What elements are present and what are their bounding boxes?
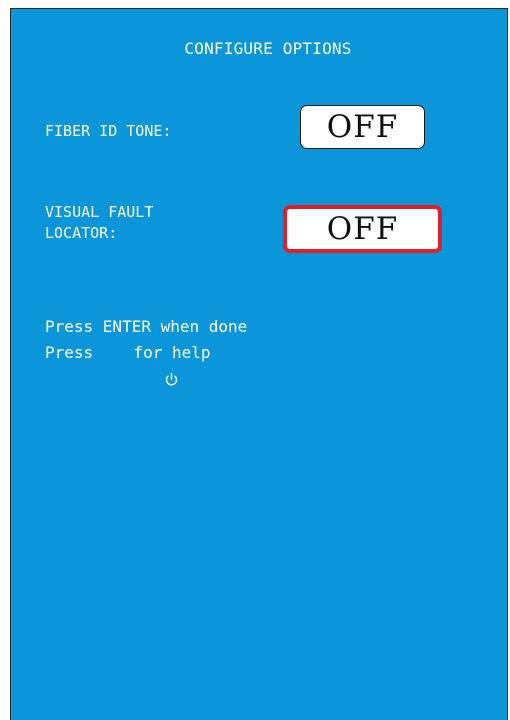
help-enter-text: Press ENTER when done <box>45 317 248 336</box>
help-power-prefix: Press <box>45 343 103 362</box>
visual-fault-locator-toggle[interactable]: OFF <box>283 205 442 253</box>
help-power-text: Press for help <box>45 341 211 386</box>
visual-fault-locator-label: VISUAL FAULT LOCATOR: <box>45 203 154 242</box>
fiber-id-tone-label: FIBER ID TONE: <box>45 122 172 140</box>
power-icon <box>104 346 177 386</box>
help-power-suffix: for help <box>123 343 211 362</box>
device-screen: CONFIGURE OPTIONS FIBER ID TONE: OFF VIS… <box>10 8 508 720</box>
screen-title: CONFIGURE OPTIONS <box>184 39 352 58</box>
fiber-id-tone-toggle[interactable]: OFF <box>300 105 425 149</box>
